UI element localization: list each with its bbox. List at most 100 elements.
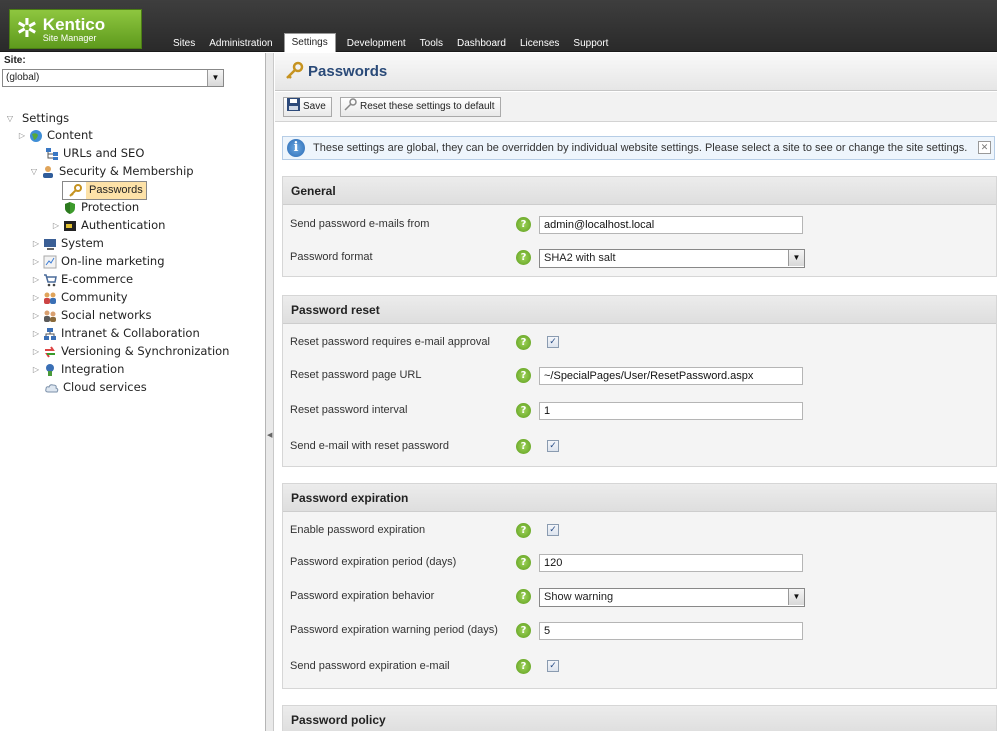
tree-label: URLs and SEO <box>63 146 145 160</box>
tab-tools[interactable]: Tools <box>413 35 450 52</box>
help-icon[interactable]: ? <box>516 439 531 454</box>
network-icon <box>42 326 58 342</box>
send-reset-email-checkbox[interactable]: ✓ <box>547 440 559 452</box>
section-title: Password policy <box>283 706 996 731</box>
tree-label: Settings <box>22 111 70 125</box>
main-nav: Sites Administration Settings Developmen… <box>166 33 615 52</box>
panel-splitter[interactable]: ◀ <box>266 53 274 731</box>
setting-label: Reset password interval <box>290 404 408 416</box>
tab-licenses[interactable]: Licenses <box>513 35 566 52</box>
section-title: General <box>283 177 996 205</box>
tree-label: Content <box>47 128 93 142</box>
expand-arrow-icon[interactable]: ▷ <box>16 127 28 144</box>
setting-label: Send password expiration e-mail <box>290 660 450 672</box>
expiration-period-input[interactable]: 120 <box>539 554 803 572</box>
tab-settings[interactable]: Settings <box>283 33 336 52</box>
collapse-left-icon[interactable]: ◀ <box>267 431 272 439</box>
tree-label: Versioning & Synchronization <box>61 344 230 358</box>
expand-arrow-icon[interactable]: ▷ <box>30 343 42 360</box>
chevron-down-icon[interactable]: ▼ <box>788 250 804 266</box>
expand-arrow-icon[interactable]: ▷ <box>30 361 42 378</box>
help-icon[interactable]: ? <box>516 589 531 604</box>
help-icon[interactable]: ? <box>516 403 531 418</box>
expand-arrow-icon[interactable]: ▷ <box>50 217 62 234</box>
send-expiration-email-checkbox[interactable]: ✓ <box>547 660 559 672</box>
tree-item-content[interactable]: ▷ Content <box>19 127 93 144</box>
tree-label: System <box>61 236 104 250</box>
tree-item-passwords[interactable]: Passwords <box>62 181 147 200</box>
tree-item-authentication[interactable]: ▷ Authentication <box>50 217 166 234</box>
key-icon <box>67 183 83 199</box>
expand-arrow-icon[interactable]: ▷ <box>30 253 42 270</box>
help-icon[interactable]: ? <box>516 659 531 674</box>
reset-approval-checkbox[interactable]: ✓ <box>547 336 559 348</box>
info-icon: i <box>287 139 305 157</box>
tree-root-settings[interactable]: ▽ Settings <box>4 110 69 127</box>
tree-item-intranet-collaboration[interactable]: ▷ Intranet & Collaboration <box>30 325 200 342</box>
tree-item-urls-seo[interactable]: URLs and SEO <box>44 145 144 162</box>
help-icon[interactable]: ? <box>516 217 531 232</box>
site-select[interactable]: (global) ▼ <box>2 69 224 87</box>
collapse-arrow-icon[interactable]: ▽ <box>4 110 16 127</box>
save-button[interactable]: Save <box>283 97 332 117</box>
password-format-select[interactable]: SHA2 with salt ▼ <box>539 249 805 268</box>
tree-item-online-marketing[interactable]: ▷ On-line marketing <box>30 253 165 270</box>
setting-label: Password expiration period (days) <box>290 556 457 568</box>
chevron-down-icon[interactable]: ▼ <box>207 70 223 86</box>
chevron-down-icon[interactable]: ▼ <box>788 589 804 605</box>
brand-name: Kentico <box>42 14 106 34</box>
tree-label: E-commerce <box>61 272 134 286</box>
warning-period-input[interactable]: 5 <box>539 622 803 640</box>
expand-arrow-icon[interactable]: ▷ <box>30 307 42 324</box>
tree-item-system[interactable]: ▷ System <box>30 235 104 252</box>
cart-icon <box>42 272 58 288</box>
help-icon[interactable]: ? <box>516 368 531 383</box>
expiration-behavior-select[interactable]: Show warning ▼ <box>539 588 805 607</box>
help-icon[interactable]: ? <box>516 523 531 538</box>
tree-item-community[interactable]: ▷ Community <box>30 289 128 306</box>
tab-administration[interactable]: Administration <box>202 35 279 52</box>
tree-item-e-commerce[interactable]: ▷ E-commerce <box>30 271 133 288</box>
tab-dashboard[interactable]: Dashboard <box>450 35 513 52</box>
tree-item-versioning-sync[interactable]: ▷ Versioning & Synchronization <box>30 343 230 360</box>
shield-icon <box>62 200 78 216</box>
page-header: Passwords <box>275 53 997 91</box>
card-icon <box>62 218 78 234</box>
expand-arrow-icon[interactable]: ▷ <box>30 271 42 288</box>
site-label: Site: <box>4 55 26 66</box>
setting-row: Password expiration behavior ? Show warn… <box>283 588 996 608</box>
setting-row: Reset password interval ? 1 <box>283 402 996 422</box>
tree-label: Authentication <box>81 218 166 232</box>
reset-url-input[interactable]: ~/SpecialPages/User/ResetPassword.aspx <box>539 367 803 385</box>
tree-item-security-membership[interactable]: ▽ Security & Membership <box>31 163 194 180</box>
expand-arrow-icon[interactable]: ▷ <box>30 325 42 342</box>
collapse-arrow-icon[interactable]: ▽ <box>28 163 40 180</box>
help-icon[interactable]: ? <box>516 555 531 570</box>
tree-item-protection[interactable]: Protection <box>62 199 139 216</box>
help-icon[interactable]: ? <box>516 623 531 638</box>
expand-arrow-icon[interactable]: ▷ <box>30 235 42 252</box>
kentico-flower-icon: ✲ <box>16 14 38 44</box>
help-icon[interactable]: ? <box>516 250 531 265</box>
section-password-policy: Password policy <box>282 705 997 731</box>
help-icon[interactable]: ? <box>516 335 531 350</box>
tree-item-cloud-services[interactable]: Cloud services <box>44 379 147 396</box>
tab-sites[interactable]: Sites <box>166 35 202 52</box>
setting-label: Send e-mail with reset password <box>290 440 449 452</box>
tab-support[interactable]: Support <box>566 35 615 52</box>
enable-expiration-checkbox[interactable]: ✓ <box>547 524 559 536</box>
tab-development[interactable]: Development <box>340 35 413 52</box>
tree-item-social-networks[interactable]: ▷ Social networks <box>30 307 152 324</box>
close-icon[interactable]: ✕ <box>978 141 991 154</box>
plug-icon <box>42 362 58 378</box>
send-from-input[interactable]: admin@localhost.local <box>539 216 803 234</box>
tree-label: Intranet & Collaboration <box>61 326 200 340</box>
setting-label: Password expiration warning period (days… <box>290 624 498 636</box>
reset-defaults-button[interactable]: Reset these settings to default <box>340 97 501 117</box>
reset-interval-input[interactable]: 1 <box>539 402 803 420</box>
expand-arrow-icon[interactable]: ▷ <box>30 289 42 306</box>
kentico-logo[interactable]: ✲ Kentico Site Manager <box>9 9 142 49</box>
setting-row: Enable password expiration ? ✓ <box>283 522 996 542</box>
setting-label: Send password e-mails from <box>290 218 430 230</box>
tree-item-integration[interactable]: ▷ Integration <box>30 361 124 378</box>
